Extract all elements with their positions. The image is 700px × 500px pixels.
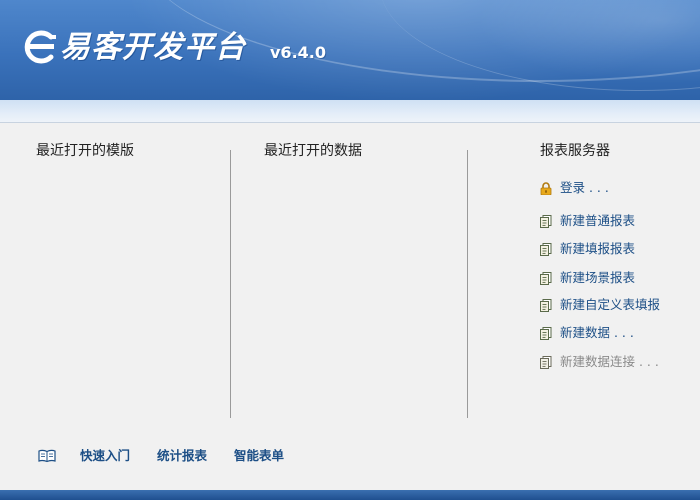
- new-data-link[interactable]: 新建数据 . . .: [540, 323, 634, 343]
- recent-templates-title: 最近打开的模版: [36, 143, 134, 159]
- new-scene-report-label: 新建场景报表: [560, 270, 636, 285]
- smart-form-link[interactable]: 智能表单: [234, 446, 284, 466]
- new-data-connection-link[interactable]: 新建数据连接 . . .: [540, 352, 659, 372]
- header-shadow: [0, 100, 700, 123]
- new-fill-report-label: 新建填报报表: [560, 241, 636, 256]
- app-title: 易客开发平台: [60, 30, 246, 65]
- document-icon: [540, 242, 552, 256]
- new-normal-report-link[interactable]: 新建普通报表: [540, 211, 635, 231]
- document-icon: [540, 298, 552, 312]
- quick-start-link[interactable]: 快速入门: [80, 446, 130, 466]
- column-divider: [467, 150, 468, 418]
- book-icon[interactable]: [38, 449, 56, 463]
- statistics-report-link[interactable]: 统计报表: [157, 446, 207, 466]
- document-icon: [540, 326, 552, 340]
- document-icon: [540, 355, 552, 369]
- document-icon: [540, 214, 552, 228]
- recent-data-title: 最近打开的数据: [264, 143, 362, 159]
- new-normal-report-label: 新建普通报表: [560, 213, 636, 228]
- report-server-title: 报表服务器: [540, 143, 610, 159]
- header-banner: 易客开发平台 v6.4.0: [0, 0, 700, 100]
- document-icon: [540, 271, 552, 285]
- new-data-label: 新建数据 . . .: [560, 325, 634, 340]
- login-link-label: 登录 . . .: [560, 180, 609, 195]
- app-version: v6.4.0: [270, 43, 326, 62]
- column-divider: [230, 150, 231, 418]
- e-logo-icon: [24, 30, 56, 64]
- banner-swoosh: [380, 0, 700, 91]
- new-custom-fill-label: 新建自定义表填报: [560, 297, 661, 312]
- footer-links: 快速入门 统计报表 智能表单: [38, 446, 311, 466]
- new-custom-fill-link[interactable]: 新建自定义表填报: [540, 295, 660, 315]
- login-link[interactable]: 登录 . . .: [540, 178, 609, 198]
- bottom-bar: [0, 490, 700, 500]
- new-scene-report-link[interactable]: 新建场景报表: [540, 268, 635, 288]
- lock-icon: [540, 181, 552, 195]
- new-data-connection-label: 新建数据连接 . . .: [560, 354, 659, 369]
- new-fill-report-link[interactable]: 新建填报报表: [540, 239, 635, 259]
